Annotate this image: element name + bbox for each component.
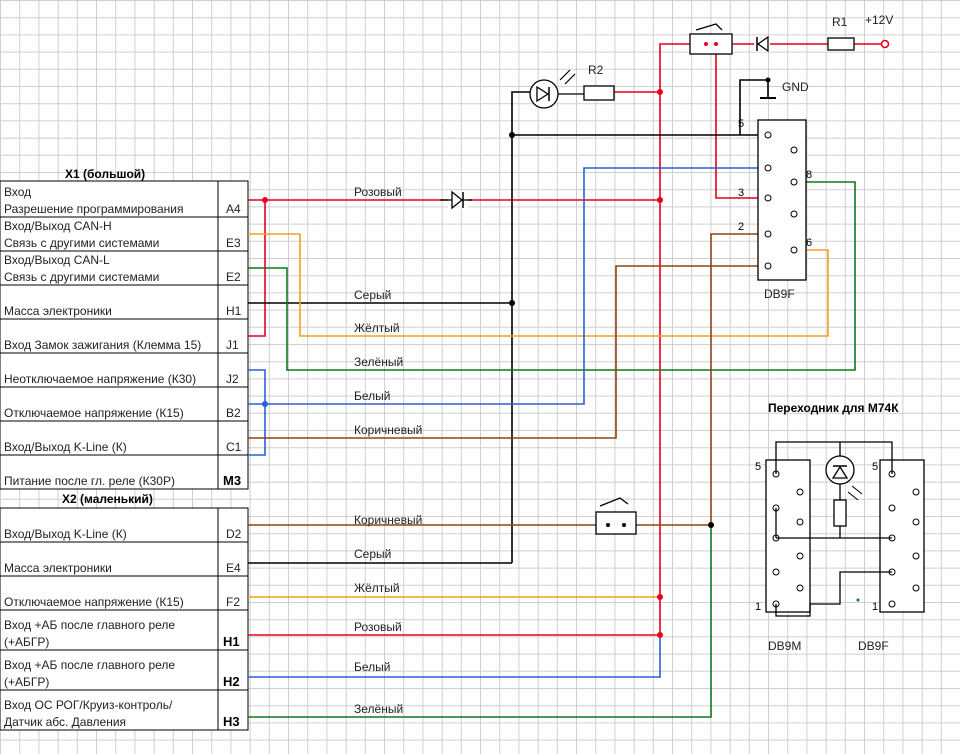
wire-white-h2 xyxy=(248,635,661,678)
db9-pin2-label: 2 xyxy=(738,221,744,233)
diode-icon xyxy=(440,190,472,210)
x1-row-label: Разрешение программирования xyxy=(4,202,184,216)
wire-label-green-2: Зелёный xyxy=(354,702,403,716)
x1-pin-label: J1 xyxy=(226,338,239,352)
x1-pin-label: E2 xyxy=(226,270,241,284)
db9f-main-label: DB9F xyxy=(764,287,795,301)
x2-pin-label: E4 xyxy=(226,561,241,575)
x2-row-label: Вход/Выход K-Line (К) xyxy=(4,527,127,541)
x2-row-label: Масса электроники xyxy=(4,561,112,575)
wire-label-pink-2: Розовый xyxy=(354,620,402,634)
wire-brown-d2 xyxy=(248,233,766,526)
db9-pin5-label: 5 xyxy=(738,118,744,130)
x1-pin-label: J2 xyxy=(226,372,239,386)
junctions xyxy=(262,89,714,638)
x1-pin-label: A4 xyxy=(226,202,241,216)
db9-pin8-label: 8 xyxy=(806,169,812,181)
adapter-left-pin1: 1 xyxy=(755,601,761,613)
wiring-diagram: X1 (большой) Вход Разрешение программиров… xyxy=(0,0,960,754)
x2-pin-label: H3 xyxy=(223,714,240,729)
gnd-label: GND xyxy=(782,80,809,94)
db9-pin6-label: 6 xyxy=(806,237,812,249)
x2-pin-label: H2 xyxy=(223,674,240,689)
x1-pin-label: M3 xyxy=(223,473,241,488)
wire-labels: Розовый Серый Жёлтый Зелёный Белый Корич… xyxy=(354,185,422,716)
x1-pin-label: C1 xyxy=(226,440,242,454)
wire-brown-c1 xyxy=(248,265,766,439)
wire-label-gray: Серый xyxy=(354,288,391,302)
wire-red-main xyxy=(659,43,708,635)
x2-row-label: Вход +АБ после главного реле xyxy=(4,618,175,632)
wire-label-brown-2: Коричневый xyxy=(354,513,422,527)
x2-row-label: (+АБГР) xyxy=(4,675,49,689)
adapter-db9f-label: DB9F xyxy=(858,639,889,653)
x2-connector-table: X2 (маленький) Вход/Выход K-Line (К) D2 Ма… xyxy=(0,492,249,731)
wire-white-b2 xyxy=(265,167,766,405)
x2-row-label: Датчик абс. Давления xyxy=(4,715,126,729)
x1-row-label: Масса электроники xyxy=(4,304,112,318)
x1-row-label: Вход/Выход CAN-H xyxy=(4,219,112,233)
x1-pin-label: B2 xyxy=(226,406,241,420)
x1-connector-table: X1 (большой) Вход Разрешение программиров… xyxy=(0,167,249,490)
v12-label: +12V xyxy=(865,13,893,27)
x1-row-label: Связь с другими системами xyxy=(4,270,159,284)
db9f-connector xyxy=(757,119,807,281)
switch-d2-icon xyxy=(595,497,637,535)
x1-title: X1 (большой) xyxy=(65,167,145,181)
adapter-db9m-label: DB9M xyxy=(768,639,801,653)
resistor-r2-icon xyxy=(583,85,615,101)
wire-label-white-2: Белый xyxy=(354,660,390,674)
adapter-title: Переходник для М74К xyxy=(768,401,899,415)
x2-pin-label: D2 xyxy=(226,527,242,541)
x1-pin-label: H1 xyxy=(226,304,242,318)
x2-row-label: (+АБГР) xyxy=(4,635,49,649)
x1-row-label: Вход/Выход CAN-L xyxy=(4,253,110,267)
r1-label: R1 xyxy=(832,15,848,29)
x1-row-label: Неотключаемое напряжение (К30) xyxy=(4,372,196,386)
db9-pin3-label: 3 xyxy=(738,187,744,199)
wire-label-yellow: Жёлтый xyxy=(354,321,400,335)
x2-title: X2 (маленький) xyxy=(62,492,153,506)
adapter-left-pin5: 5 xyxy=(755,461,761,473)
x2-pin-label: F2 xyxy=(226,595,240,609)
wire-label-pink: Розовый xyxy=(354,185,402,199)
x1-pin-label: E3 xyxy=(226,236,241,250)
adapter-right-pin5: 5 xyxy=(872,461,878,473)
x2-row-label: Вход ОС РОГ/Круиз-контроль/ xyxy=(4,698,173,712)
x1-row-label: Отключаемое напряжение (К15) xyxy=(4,406,184,420)
wire-label-brown: Коричневый xyxy=(354,423,422,437)
x1-row-label: Вход/Выход K-Line (К) xyxy=(4,440,127,454)
x1-row-label: Вход xyxy=(4,185,31,199)
r2-label: R2 xyxy=(588,63,604,77)
x1-row-label: Питание после гл. реле (К30Р) xyxy=(4,474,175,488)
x1-row-label: Вход Замок зажигания (Клемма 15) xyxy=(4,338,201,352)
adapter-right-pin1: 1 xyxy=(872,601,878,613)
x1-row-label: Связь с другими системами xyxy=(4,236,159,250)
x2-pin-label: H1 xyxy=(223,634,240,649)
x2-row-label: Вход +АБ после главного реле xyxy=(4,658,175,672)
wire-label-gray-2: Серый xyxy=(354,547,391,561)
x2-row-label: Отключаемое напряжение (К15) xyxy=(4,595,184,609)
wire-label-green: Зелёный xyxy=(354,355,403,369)
wire-label-white: Белый xyxy=(354,389,390,403)
diode-12v-icon xyxy=(754,35,770,53)
wire-label-yellow-2: Жёлтый xyxy=(354,581,400,595)
